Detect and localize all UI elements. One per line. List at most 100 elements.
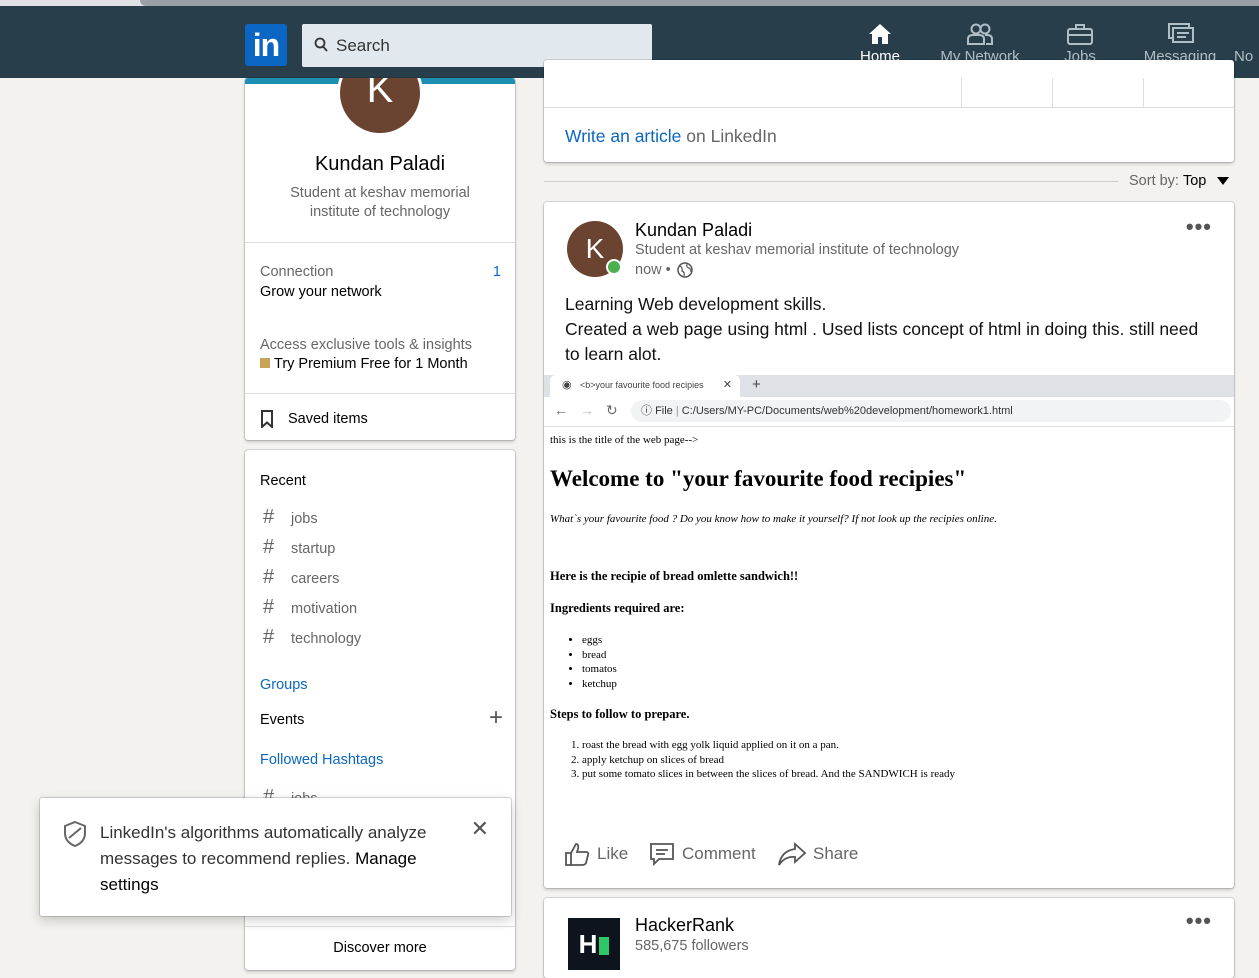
hashtag-icon: # xyxy=(263,566,275,588)
bookmark-icon xyxy=(261,410,273,428)
search-icon xyxy=(314,37,328,52)
close-icon[interactable]: ✕ xyxy=(471,816,489,842)
share-box-card: Write an article on LinkedIn xyxy=(544,60,1234,162)
recent-item[interactable]: # startup xyxy=(263,536,335,559)
premium-cta-label: Try Premium Free for 1 Month xyxy=(274,356,468,372)
image-ingredients-list: eggs bread tomatos ketchup xyxy=(582,633,617,691)
like-button[interactable]: Like xyxy=(563,840,628,868)
hashtag-icon: # xyxy=(263,596,275,618)
recent-item-label: technology xyxy=(291,631,362,647)
comment-label: Comment xyxy=(682,844,756,863)
groups-link[interactable]: Groups xyxy=(260,677,308,693)
post-image[interactable]: ◉ <b>your favourite food recipies ✕ + ← … xyxy=(544,375,1234,825)
grow-network-link[interactable]: Grow your network xyxy=(260,284,382,300)
premium-cta[interactable]: Try Premium Free for 1 Month xyxy=(260,356,468,372)
image-ingredient: bread xyxy=(582,648,617,663)
image-browser-tabbar: ◉ <b>your favourite food recipies ✕ + xyxy=(544,375,1234,397)
image-url-text: C:/Users/MY-PC/Documents/web%20developme… xyxy=(681,405,1013,417)
events-label[interactable]: Events xyxy=(260,712,304,728)
divider xyxy=(1052,78,1053,108)
shield-icon xyxy=(64,820,86,848)
like-label: Like xyxy=(597,844,629,863)
post-menu-icon[interactable]: ••• xyxy=(1186,214,1212,240)
sort-dropdown[interactable]: Sort by: Top xyxy=(1129,173,1230,189)
divider xyxy=(245,242,515,243)
followed-hashtags-link[interactable]: Followed Hashtags xyxy=(260,752,383,768)
image-info-icon: ⓘ xyxy=(641,405,652,417)
image-tab-title: <b>your favourite food recipies xyxy=(580,380,704,390)
nav-notifications[interactable]: No xyxy=(1234,12,1259,78)
image-page-comment: this is the title of the web page--> xyxy=(550,434,699,446)
image-steps-heading: Steps to follow to prepare. xyxy=(550,707,690,721)
profile-card: K Kundan Paladi Student at keshav memori… xyxy=(245,78,515,440)
image-tab-globe-icon: ◉ xyxy=(562,379,572,391)
recent-item[interactable]: # technology xyxy=(263,626,361,649)
nav-notifications-label: No xyxy=(1234,48,1254,65)
home-icon xyxy=(830,12,930,48)
image-tab-close-icon: ✕ xyxy=(722,379,732,391)
profile-avatar-initial: K xyxy=(366,78,394,111)
recent-item[interactable]: # motivation xyxy=(263,596,357,619)
toast-message: LinkedIn's algorithms automatically anal… xyxy=(100,820,460,898)
company-name[interactable]: HackerRank xyxy=(635,915,734,936)
profile-headline: Student at keshav memorial institute of … xyxy=(290,185,470,220)
post-author-initial: K xyxy=(585,233,605,264)
hashtag-icon: # xyxy=(263,506,275,528)
recent-item-label: careers xyxy=(291,571,340,587)
add-event-icon[interactable]: + xyxy=(489,706,503,730)
premium-note: Access exclusive tools & insights xyxy=(260,337,472,353)
image-step: put some tomato slices in between the sl… xyxy=(582,767,955,782)
image-page-tagline: What`s your favourite food ? Do you know… xyxy=(550,513,997,525)
profile-avatar[interactable]: K xyxy=(337,78,423,136)
smart-replies-toast: LinkedIn's algorithms automatically anal… xyxy=(40,798,511,916)
comment-button[interactable]: Comment xyxy=(648,840,756,868)
divider xyxy=(1143,78,1144,108)
profile-name[interactable]: Kundan Paladi xyxy=(245,153,515,176)
share-button[interactable]: Share xyxy=(777,840,858,868)
hackerrank-logo[interactable]: H xyxy=(568,918,620,970)
recent-item-label: motivation xyxy=(291,601,358,617)
comment-icon xyxy=(650,843,674,867)
image-step: apply ketchup on slices of bread xyxy=(582,753,955,768)
notifications-icon xyxy=(1234,12,1259,48)
saved-items-link[interactable]: Saved items xyxy=(260,410,368,428)
recent-title: Recent xyxy=(260,473,306,489)
recent-item-label: jobs xyxy=(291,511,318,527)
company-post-menu-icon[interactable]: ••• xyxy=(1186,908,1212,934)
recent-item[interactable]: # jobs xyxy=(263,506,318,529)
post-text: Learning Web development skills. Created… xyxy=(565,292,1215,367)
discover-more-link[interactable]: Discover more xyxy=(245,940,515,956)
post-text-line: Learning Web development skills. xyxy=(565,294,827,314)
divider xyxy=(245,926,515,927)
company-post: H HackerRank 585,675 followers ••• xyxy=(544,898,1234,978)
image-browser-tab: ◉ <b>your favourite food recipies ✕ xyxy=(550,375,740,397)
online-status-icon xyxy=(606,259,622,275)
divider xyxy=(245,393,515,394)
connection-count[interactable]: 1 xyxy=(493,264,501,280)
write-article-row[interactable]: Write an article on LinkedIn xyxy=(565,126,777,147)
messaging-icon xyxy=(1138,12,1222,48)
write-article-link[interactable]: Write an article xyxy=(565,126,681,146)
sort-value: Top xyxy=(1182,173,1207,189)
image-page-heading: Welcome to "your favourite food recipies… xyxy=(550,466,967,491)
recent-item[interactable]: # careers xyxy=(263,566,339,589)
post-author-name[interactable]: Kundan Paladi xyxy=(635,220,752,241)
image-forward-icon: → xyxy=(580,402,594,418)
divider xyxy=(961,78,962,108)
connection-label[interactable]: Connection xyxy=(260,264,333,280)
post-timestamp: now • xyxy=(635,262,693,278)
caret-down-icon xyxy=(1217,177,1230,185)
post-author-headline: Student at keshav memorial institute of … xyxy=(635,242,960,258)
company-followers: 585,675 followers xyxy=(635,938,749,954)
post-text-line: Created a web page using html . Used lis… xyxy=(565,319,1199,364)
sort-label: Sort by: xyxy=(1129,173,1179,189)
image-url-field: ⓘ File | C:/Users/MY-PC/Documents/web%20… xyxy=(631,400,1231,422)
share-label: Share xyxy=(813,844,859,863)
globe-icon xyxy=(676,262,693,278)
image-reload-icon: ↻ xyxy=(606,402,618,418)
image-ingredient: ketchup xyxy=(582,677,617,692)
feed-divider xyxy=(544,181,1118,182)
linkedin-logo[interactable]: in xyxy=(245,24,287,66)
hashtag-icon: # xyxy=(263,536,275,558)
image-step: roast the bread with egg yolk liquid app… xyxy=(582,738,955,753)
